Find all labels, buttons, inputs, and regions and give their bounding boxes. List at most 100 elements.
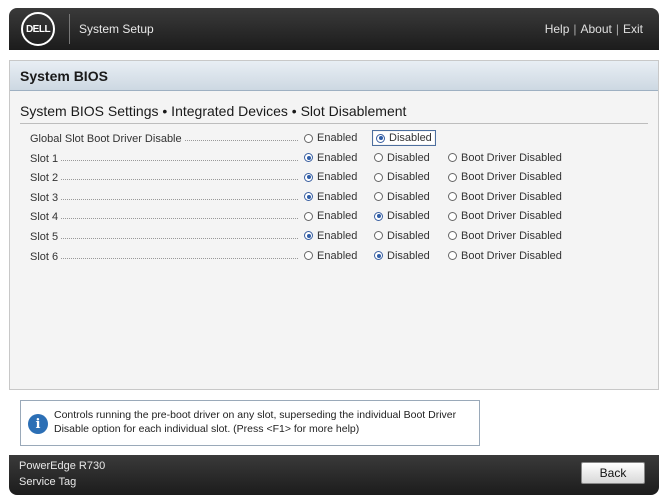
setting-row: Slot 2 Enabled Disabled Boot Driver Disable… [30, 170, 650, 190]
link-separator: | [615, 22, 619, 36]
radio-checked-icon[interactable] [304, 153, 313, 163]
radio-option-enabled[interactable]: Enabled [304, 210, 357, 222]
radio-unchecked-icon[interactable] [304, 133, 313, 143]
radio-unchecked-icon[interactable] [448, 231, 457, 241]
radio-option-disabled[interactable]: Disabled [374, 250, 430, 262]
radio-label: Disabled [387, 151, 430, 164]
radio-checked-icon[interactable] [374, 251, 383, 261]
radio-label: Boot Driver Disabled [461, 229, 562, 242]
radio-checked-icon[interactable] [374, 211, 383, 221]
setting-label: Slot 5 [30, 230, 62, 243]
help-box: i Controls running the pre-boot driver o… [20, 400, 480, 446]
radio-option-boot-driver-disabled[interactable]: Boot Driver Disabled [448, 230, 562, 242]
radio-option-enabled[interactable]: Enabled [304, 230, 357, 242]
radio-option-enabled[interactable]: Enabled [304, 250, 357, 262]
setting-row: Slot 6 Enabled Disabled Boot Driver Disable… [30, 249, 650, 269]
dell-logo: DELL [21, 12, 55, 46]
radio-option-boot-driver-disabled[interactable]: Boot Driver Disabled [448, 210, 562, 222]
main-panel: System BIOS System BIOS Settings • Integ… [9, 60, 659, 390]
radio-label: Enabled [317, 210, 358, 223]
exit-link[interactable]: Exit [623, 22, 643, 36]
back-button[interactable]: Back [581, 462, 645, 484]
link-separator: | [573, 22, 577, 36]
top-header: DELL System Setup Help | About | Exit [0, 0, 667, 58]
radio-label: Disabled [387, 229, 430, 242]
radio-label: Enabled [317, 132, 358, 144]
radio-label: Disabled [387, 190, 430, 203]
dotted-leader [30, 159, 298, 161]
radio-option-disabled[interactable]: Disabled [374, 230, 430, 242]
service-tag-label: Service Tag [19, 476, 77, 488]
radio-checked-icon[interactable] [376, 133, 385, 143]
dotted-leader [30, 257, 298, 259]
radio-unchecked-icon[interactable] [304, 211, 313, 221]
radio-label: Disabled [387, 171, 430, 184]
radio-unchecked-icon[interactable] [374, 192, 383, 202]
radio-label: Enabled [317, 151, 358, 164]
about-link[interactable]: About [581, 22, 612, 36]
radio-unchecked-icon[interactable] [448, 153, 457, 163]
radio-option-disabled[interactable]: Disabled [372, 130, 436, 146]
radio-option-enabled[interactable]: Enabled [304, 171, 357, 183]
radio-option-boot-driver-disabled[interactable]: Boot Driver Disabled [448, 250, 562, 262]
radio-option-enabled[interactable]: Enabled [304, 152, 357, 164]
setting-row: Slot 5 Enabled Disabled Boot Driver Disable… [30, 229, 650, 249]
radio-option-disabled[interactable]: Disabled [374, 191, 430, 203]
model-name: PowerEdge R730 [19, 460, 106, 472]
radio-label: Boot Driver Disabled [461, 249, 562, 262]
setting-label: Slot 3 [30, 191, 62, 204]
radio-label: Disabled [389, 132, 432, 144]
header-divider [69, 14, 70, 44]
radio-option-disabled[interactable]: Disabled [374, 152, 430, 164]
radio-option-boot-driver-disabled[interactable]: Boot Driver Disabled [448, 171, 562, 183]
setting-label: Slot 6 [30, 250, 62, 263]
radio-label: Disabled [387, 210, 430, 223]
help-line-2: Disable option for each individual slot.… [54, 423, 360, 435]
setting-label: Slot 2 [30, 172, 62, 185]
header-bar: DELL System Setup Help | About | Exit [9, 8, 659, 50]
header-links: Help | About | Exit [545, 22, 643, 36]
radio-unchecked-icon[interactable] [448, 192, 457, 202]
radio-checked-icon[interactable] [304, 192, 313, 202]
section-title: System BIOS [20, 68, 108, 84]
setting-row: Global Slot Boot Driver Disable Enabled Di… [30, 130, 650, 151]
radio-label: Enabled [317, 171, 358, 184]
dotted-leader [30, 198, 298, 200]
setting-row: Slot 1 Enabled Disabled Boot Driver Disable… [30, 151, 650, 171]
radio-option-boot-driver-disabled[interactable]: Boot Driver Disabled [448, 152, 562, 164]
radio-checked-icon[interactable] [304, 172, 313, 182]
help-link[interactable]: Help [545, 22, 570, 36]
setting-label: Slot 4 [30, 211, 62, 224]
radio-unchecked-icon[interactable] [374, 172, 383, 182]
radio-unchecked-icon[interactable] [374, 231, 383, 241]
help-line-1: Controls running the pre-boot driver on … [54, 409, 457, 421]
dotted-leader [30, 237, 298, 239]
setting-row: Slot 3 Enabled Disabled Boot Driver Disable… [30, 190, 650, 210]
radio-unchecked-icon[interactable] [374, 153, 383, 163]
radio-option-disabled[interactable]: Disabled [374, 210, 430, 222]
setting-label: Global Slot Boot Driver Disable [30, 133, 185, 145]
radio-option-enabled[interactable]: Enabled [304, 132, 357, 144]
help-text: Controls running the pre-boot driver on … [54, 408, 474, 436]
dotted-leader [30, 218, 298, 220]
settings-list: Global Slot Boot Driver Disable Enabled Di… [30, 130, 650, 269]
radio-label: Enabled [317, 249, 358, 262]
radio-unchecked-icon[interactable] [448, 172, 457, 182]
radio-option-disabled[interactable]: Disabled [374, 171, 430, 183]
page-title: System BIOS Settings • Integrated Device… [20, 103, 407, 119]
radio-unchecked-icon[interactable] [448, 251, 457, 261]
setting-row: Slot 4 Enabled Disabled Boot Driver Disable… [30, 209, 650, 229]
info-icon: i [28, 414, 48, 434]
radio-label: Boot Driver Disabled [461, 210, 562, 223]
radio-label: Boot Driver Disabled [461, 190, 562, 203]
radio-label: Boot Driver Disabled [461, 151, 562, 164]
radio-unchecked-icon[interactable] [448, 211, 457, 221]
radio-option-boot-driver-disabled[interactable]: Boot Driver Disabled [448, 191, 562, 203]
setting-label: Slot 1 [30, 152, 62, 165]
radio-unchecked-icon[interactable] [304, 251, 313, 261]
radio-label: Boot Driver Disabled [461, 171, 562, 184]
radio-label: Enabled [317, 229, 358, 242]
radio-option-enabled[interactable]: Enabled [304, 191, 357, 203]
radio-checked-icon[interactable] [304, 231, 313, 241]
app-title: System Setup [79, 22, 154, 36]
